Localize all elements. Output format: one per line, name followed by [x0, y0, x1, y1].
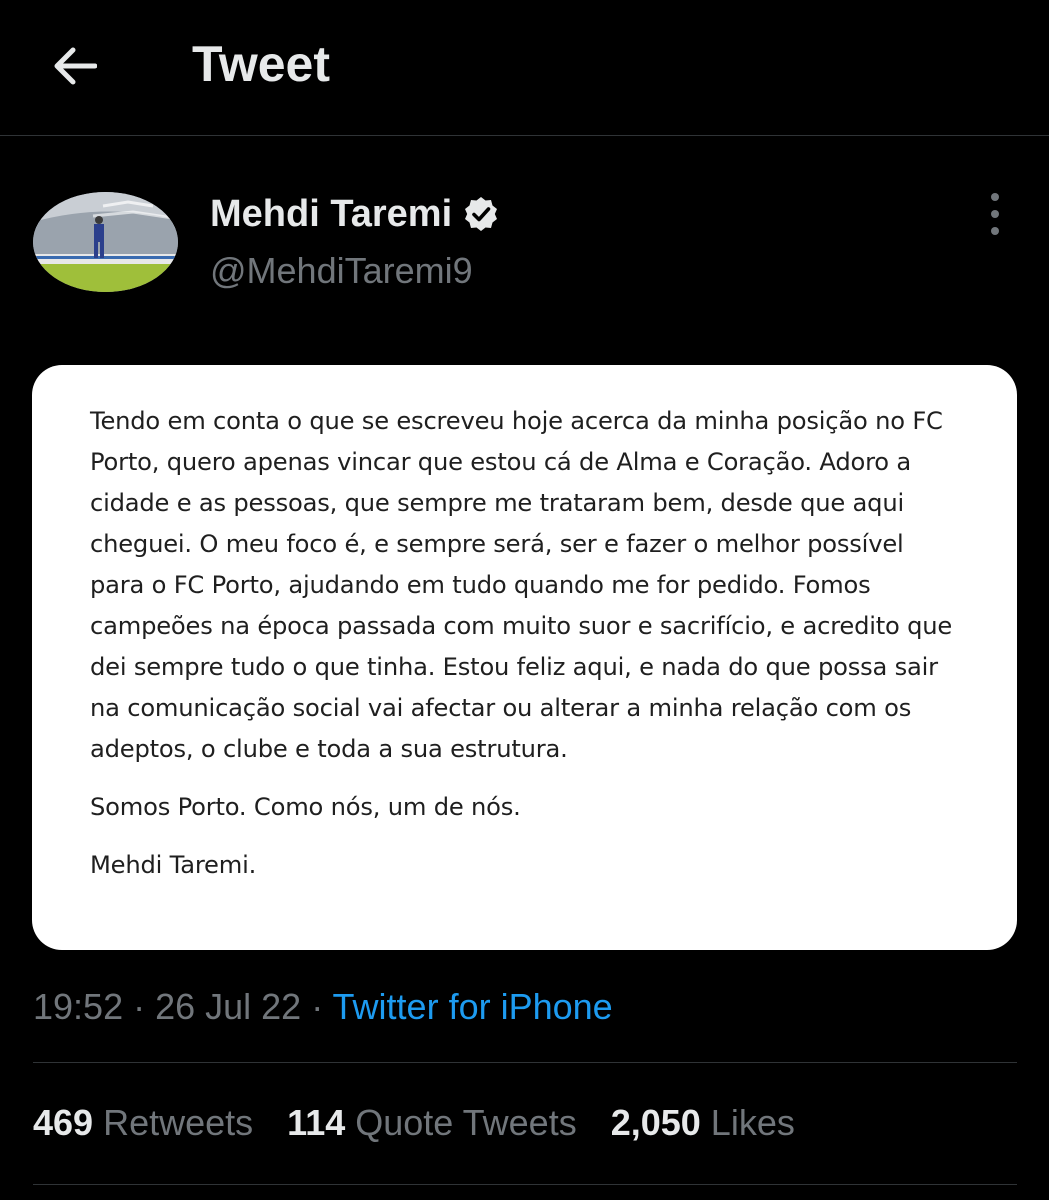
more-dot-icon: [991, 193, 999, 201]
meta-separator: ·: [123, 986, 156, 1027]
quote-tweets-count: 114: [287, 1102, 346, 1143]
meta-separator: ·: [301, 986, 333, 1027]
more-dot-icon: [991, 210, 999, 218]
more-dot-icon: [991, 227, 999, 235]
retweets-stat[interactable]: 469 Retweets: [33, 1100, 253, 1146]
statement-signature: Mehdi Taremi.: [90, 851, 257, 879]
likes-stat[interactable]: 2,050 Likes: [611, 1100, 795, 1146]
tweet-time: 19:52: [33, 986, 124, 1027]
avatar-image: [33, 192, 178, 292]
verified-badge-icon: [462, 195, 500, 233]
avatar[interactable]: [33, 192, 178, 292]
retweets-count: 469: [33, 1102, 94, 1143]
top-bar: Tweet: [0, 0, 1049, 136]
tweet-date: 26 Jul 22: [155, 986, 302, 1027]
more-options-button[interactable]: [975, 193, 1015, 235]
quote-tweets-stat[interactable]: 114 Quote Tweets: [287, 1100, 577, 1146]
author-name-row: Mehdi Taremi: [210, 190, 500, 238]
tweet-metadata: 19:52 · 26 Jul 22 · Twitter for iPhone: [33, 984, 613, 1030]
likes-label: Likes: [710, 1102, 795, 1143]
arrow-left-icon: [54, 47, 97, 85]
divider: [33, 1184, 1017, 1185]
divider: [33, 1062, 1017, 1063]
author-display-name[interactable]: Mehdi Taremi: [210, 193, 452, 236]
engagement-stats: 469 Retweets 114 Quote Tweets 2,050 Likes: [33, 1100, 829, 1146]
retweets-label: Retweets: [103, 1102, 254, 1143]
tweet-image[interactable]: Tendo em conta o que se escreveu hoje ac…: [32, 365, 1017, 950]
statement-paragraph: Somos Porto. Como nós, um de nós.: [90, 793, 521, 821]
quote-tweets-label: Quote Tweets: [355, 1102, 577, 1143]
page-title: Tweet: [192, 36, 330, 92]
author-handle[interactable]: @MehdiTaremi9: [210, 250, 473, 292]
likes-count: 2,050: [610, 1102, 701, 1143]
tweet-source-link[interactable]: Twitter for iPhone: [333, 986, 613, 1027]
statement-paragraph: Tendo em conta o que se escreveu hoje ac…: [90, 407, 953, 763]
back-button[interactable]: [44, 36, 104, 96]
